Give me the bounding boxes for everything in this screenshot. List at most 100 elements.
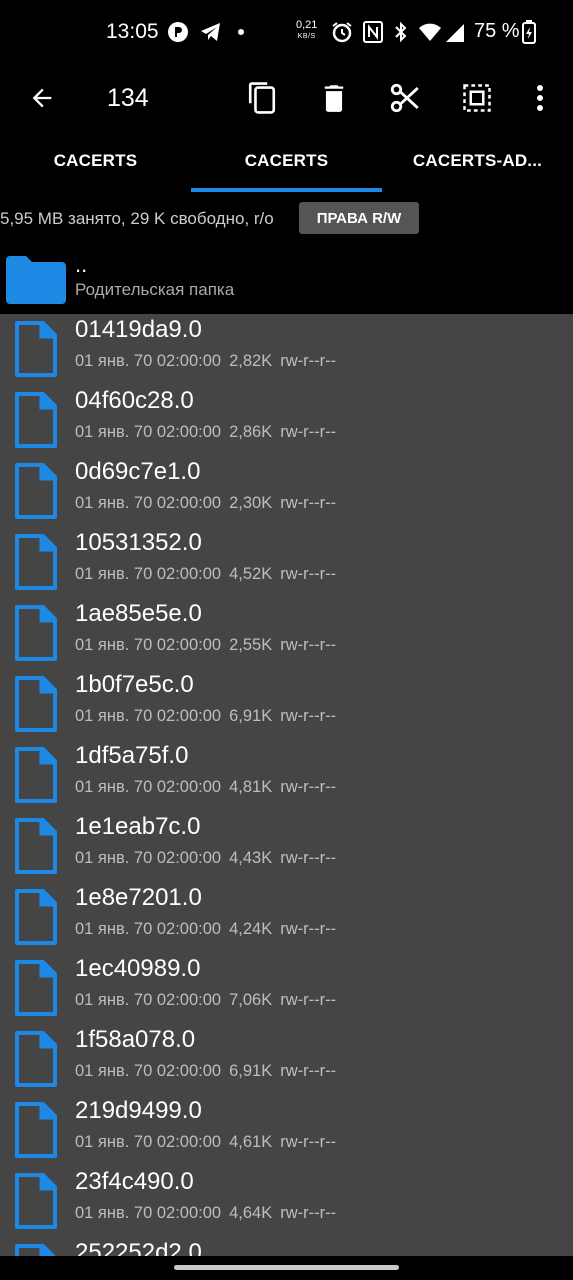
cut-icon — [390, 83, 419, 113]
file-row[interactable]: 23f4c490.0 01 янв. 70 02:00:00 4,64K rw-r--… — [0, 1166, 573, 1237]
file-row[interactable]: 1e8e7201.0 01 янв. 70 02:00:00 4,24K rw-r--… — [0, 882, 573, 953]
file-meta: 01 янв. 70 02:00:00 2,86K rw-r--r-- — [75, 423, 344, 442]
file-name: 1df5a75f.0 — [75, 742, 189, 769]
selected-count: 134 — [107, 84, 149, 112]
file-icon — [14, 1172, 58, 1235]
file-permissions: rw-r--r-- — [280, 849, 337, 867]
delete-icon — [324, 85, 344, 112]
tab-cacerts-active[interactable]: CACERTS — [191, 138, 382, 184]
file-name: 252252d2.0 — [75, 1239, 202, 1256]
select-all-icon — [463, 84, 491, 112]
wifi-icon — [418, 20, 442, 44]
file-icon — [14, 959, 58, 1022]
back-button[interactable] — [16, 72, 68, 124]
file-icon — [14, 320, 58, 383]
file-icon — [14, 1030, 58, 1093]
navigation-bar — [0, 1256, 573, 1280]
file-icon — [14, 888, 58, 951]
file-date: 01 янв. 70 02:00:00 — [75, 1133, 222, 1151]
file-meta: 01 янв. 70 02:00:00 6,91K rw-r--r-- — [75, 707, 344, 726]
file-date: 01 янв. 70 02:00:00 — [75, 636, 222, 654]
file-size: 6,91K — [229, 707, 273, 725]
tab-cacerts-1[interactable]: CACERTS — [0, 138, 191, 184]
file-size: 2,82K — [229, 352, 273, 370]
file-icon — [14, 462, 58, 525]
parent-folder-row[interactable]: .. Родительская папка — [0, 244, 573, 314]
file-icon — [14, 391, 58, 454]
file-size: 4,52K — [229, 565, 273, 583]
file-name: 01419da9.0 — [75, 316, 202, 343]
file-row[interactable]: 0d69c7e1.0 01 янв. 70 02:00:00 2,30K rw-r--… — [0, 456, 573, 527]
storage-info-text: 5,95 MB занято, 29 K свободно, r/o — [0, 209, 274, 228]
file-row[interactable]: 04f60c28.0 01 янв. 70 02:00:00 2,86K rw-r--… — [0, 385, 573, 456]
file-row[interactable]: 1ae85e5e.0 01 янв. 70 02:00:00 2,55K rw-r--… — [0, 598, 573, 669]
file-size: 4,61K — [229, 1133, 273, 1151]
file-meta: 01 янв. 70 02:00:00 4,64K rw-r--r-- — [75, 1204, 344, 1223]
rw-permissions-button[interactable]: ПРАВА R/W — [299, 202, 419, 234]
file-permissions: rw-r--r-- — [280, 920, 337, 938]
file-meta: 01 янв. 70 02:00:00 2,82K rw-r--r-- — [75, 352, 344, 371]
copy-button[interactable] — [236, 72, 288, 124]
file-meta: 01 янв. 70 02:00:00 7,06K rw-r--r-- — [75, 991, 344, 1010]
more-vert-icon — [537, 85, 543, 111]
file-permissions: rw-r--r-- — [280, 352, 337, 370]
file-row[interactable]: 10531352.0 01 янв. 70 02:00:00 4,52K rw-r--… — [0, 527, 573, 598]
file-date: 01 янв. 70 02:00:00 — [75, 920, 222, 938]
file-date: 01 янв. 70 02:00:00 — [75, 352, 222, 370]
file-row[interactable]: 1df5a75f.0 01 янв. 70 02:00:00 4,81K rw-r--… — [0, 740, 573, 811]
action-toolbar: 134 — [0, 64, 573, 132]
telegram-icon — [199, 20, 223, 44]
more-options-button[interactable] — [514, 72, 566, 124]
file-name: 1e8e7201.0 — [75, 884, 202, 911]
network-speed-value: 0,21 — [296, 19, 318, 31]
select-all-button[interactable] — [451, 72, 503, 124]
file-date: 01 янв. 70 02:00:00 — [75, 849, 222, 867]
file-date: 01 янв. 70 02:00:00 — [75, 707, 222, 725]
tab-cacerts-added[interactable]: CACERTS-AD... — [382, 138, 573, 184]
file-row[interactable]: 219d9499.0 01 янв. 70 02:00:00 4,61K rw-r--… — [0, 1095, 573, 1166]
gesture-handle[interactable] — [174, 1265, 399, 1270]
file-size: 4,43K — [229, 849, 273, 867]
bluetooth-icon — [392, 20, 410, 44]
alarm-icon — [330, 20, 354, 44]
file-row[interactable]: 1b0f7e5c.0 01 янв. 70 02:00:00 6,91K rw-r--… — [0, 669, 573, 740]
file-name: 1ae85e5e.0 — [75, 600, 202, 627]
file-meta: 01 янв. 70 02:00:00 2,55K rw-r--r-- — [75, 636, 344, 655]
file-permissions: rw-r--r-- — [280, 707, 337, 725]
file-name: 1f58a078.0 — [75, 1026, 196, 1053]
file-row[interactable]: 01419da9.0 01 янв. 70 02:00:00 2,82K rw-r--… — [0, 314, 573, 385]
file-date: 01 янв. 70 02:00:00 — [75, 778, 222, 796]
file-row[interactable]: 1e1eab7c.0 01 янв. 70 02:00:00 4,43K rw-r--… — [0, 811, 573, 882]
file-size: 7,06K — [229, 991, 273, 1009]
file-date: 01 янв. 70 02:00:00 — [75, 494, 222, 512]
file-icon — [14, 604, 58, 667]
delete-button[interactable] — [308, 72, 360, 124]
dot-icon — [236, 20, 246, 44]
file-name: 1e1eab7c.0 — [75, 813, 201, 840]
file-date: 01 янв. 70 02:00:00 — [75, 991, 222, 1009]
file-size: 4,24K — [229, 920, 273, 938]
file-row[interactable]: 1ec40989.0 01 янв. 70 02:00:00 7,06K rw-r--… — [0, 953, 573, 1024]
folder-icon — [6, 254, 66, 309]
back-arrow-icon — [32, 88, 52, 108]
status-time: 13:05 — [106, 20, 159, 43]
file-icon — [14, 1243, 58, 1256]
file-name: 04f60c28.0 — [75, 387, 194, 414]
file-permissions: rw-r--r-- — [280, 1133, 337, 1151]
file-meta: 01 янв. 70 02:00:00 6,91K rw-r--r-- — [75, 1062, 344, 1081]
file-meta: 01 янв. 70 02:00:00 4,24K rw-r--r-- — [75, 920, 344, 939]
file-list[interactable]: 01419da9.0 01 янв. 70 02:00:00 2,82K rw-r--… — [0, 314, 573, 1256]
file-permissions: rw-r--r-- — [280, 991, 337, 1009]
file-date: 01 янв. 70 02:00:00 — [75, 1062, 222, 1080]
file-name: 23f4c490.0 — [75, 1168, 194, 1195]
file-size: 6,91K — [229, 1062, 273, 1080]
network-speed: 0,21 KB/S — [296, 20, 317, 42]
cut-button[interactable] — [379, 72, 431, 124]
parent-folder-name: .. — [75, 252, 88, 277]
file-permissions: rw-r--r-- — [280, 1062, 337, 1080]
file-permissions: rw-r--r-- — [280, 423, 337, 441]
copy-icon — [248, 82, 276, 114]
file-row[interactable]: 252252d2.0 — [0, 1237, 573, 1256]
file-row[interactable]: 1f58a078.0 01 янв. 70 02:00:00 6,91K rw-r--… — [0, 1024, 573, 1095]
app-notification-icon — [166, 20, 190, 44]
